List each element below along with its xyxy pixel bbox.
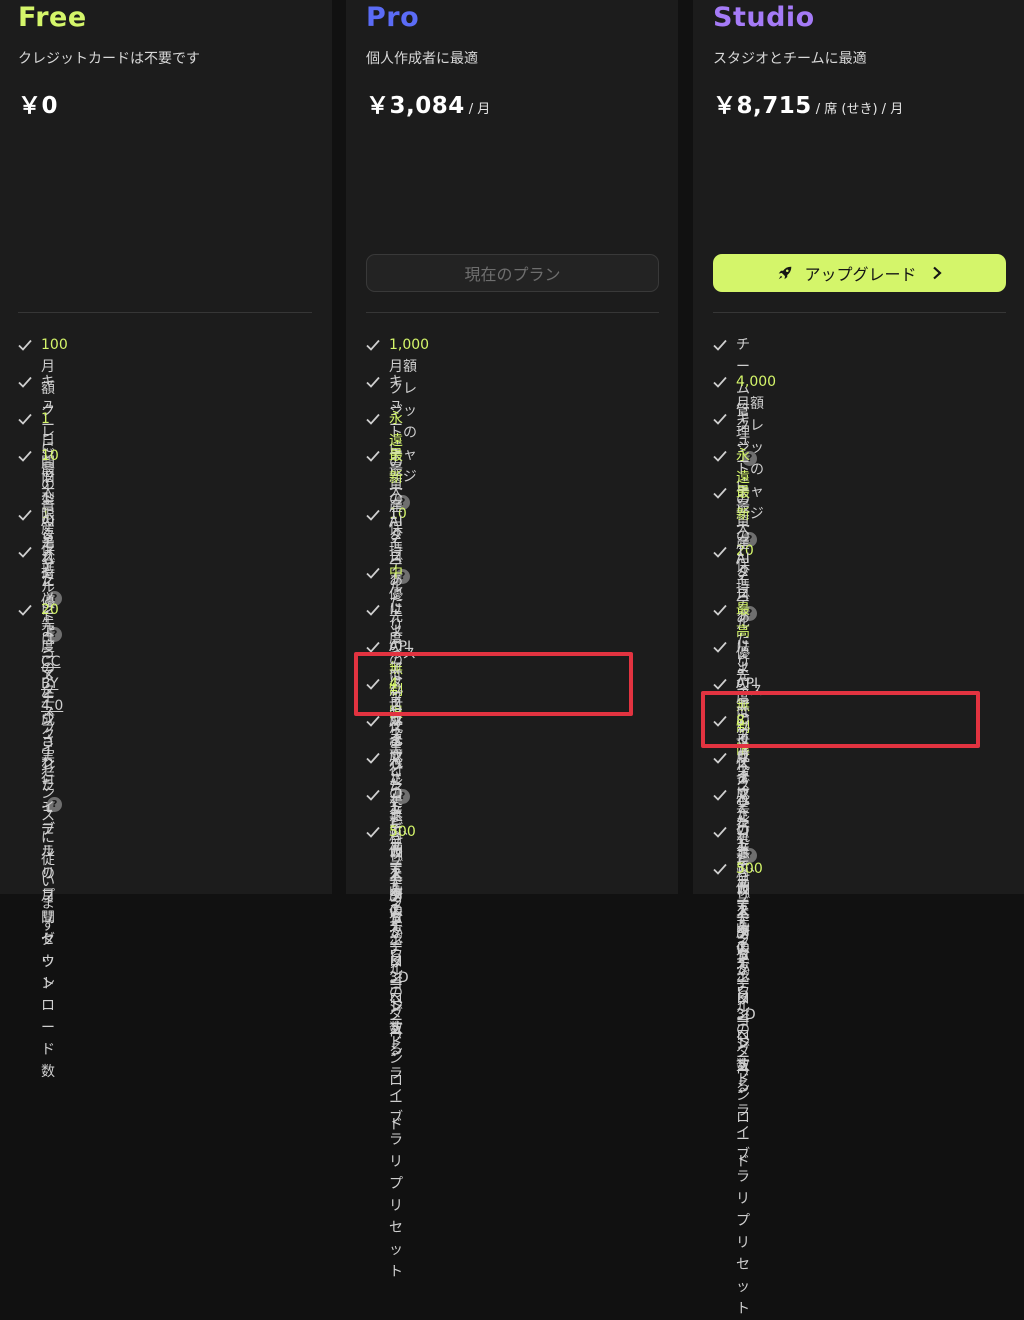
plan-card-pro: Pro 個人作成者に最適 ￥3,084/ 月 現在のプラン 1,000 月額クレ… [346,0,678,1280]
divider [713,312,1006,313]
check-icon [366,567,380,579]
feature-item: 500 以上のアニメーションライブラリプ リセット [366,821,416,1283]
check-icon [18,376,32,388]
check-icon [18,339,32,351]
plan-card-free: Free クレジットカードは不要です ￥0 100 月額クレジットのチャージ? … [0,0,332,1080]
check-icon [713,752,727,764]
chevron-right-icon [932,266,942,280]
check-icon [366,715,380,727]
feature-item: 20 アニメーションライブラリプリセット [18,599,59,995]
check-icon [713,450,727,462]
check-icon [18,546,32,558]
price-unit-studio: / 席 (せき) / 月 [815,102,904,117]
upgrade-button-label: アップグレード [804,265,917,284]
highlight-box-pro-retry [354,652,633,716]
price-value-free: ￥0 [18,93,59,119]
feature-item: 500 以上のアニメーションライブラリプ リセット [713,858,763,1320]
check-icon [713,678,727,690]
feature-text: 500 以上のアニメーションライブラリプ リセット [736,861,763,1317]
divider [366,312,659,313]
divider [18,312,312,313]
check-icon [713,826,727,838]
check-icon [366,752,380,764]
price-pro: ￥3,084/ 月 [366,86,490,120]
check-icon [18,509,32,521]
check-icon [713,487,727,499]
highlight-box-studio-retry [701,691,980,748]
check-icon [713,339,727,351]
check-icon [713,546,727,558]
check-icon [713,604,727,616]
plan-name-studio: Studio [713,2,815,33]
check-icon [18,604,32,616]
check-icon [366,509,380,521]
price-value-studio: ￥8,715 [713,93,812,119]
check-icon [713,789,727,801]
check-icon [713,413,727,425]
price-studio: ￥8,715/ 席 (せき) / 月 [713,86,903,120]
check-icon [18,413,32,425]
check-icon [366,826,380,838]
plan-subtitle-free: クレジットカードは不要です [18,51,200,67]
check-icon [366,376,380,388]
check-icon [713,376,727,388]
plan-subtitle-studio: スタジオとチームに最適 [713,51,867,67]
plan-name-free: Free [18,2,87,33]
check-icon [366,413,380,425]
check-icon [366,604,380,616]
check-icon [366,450,380,462]
price-value-pro: ￥3,084 [366,93,465,119]
price-unit-pro: / 月 [468,102,491,117]
check-icon [713,641,727,653]
upgrade-button[interactable]: アップグレード [713,254,1006,292]
check-icon [366,339,380,351]
check-icon [713,863,727,875]
plan-name-pro: Pro [366,2,420,33]
current-plan-button[interactable]: 現在のプラン [366,254,659,292]
feature-text: 500 以上のアニメーションライブラリプ リセット [389,824,416,1280]
rocket-icon [779,266,792,280]
price-free: ￥0 [18,86,58,120]
plan-card-studio: Studio スタジオとチームに最適 ￥8,715/ 席 (せき) / 月 アッ… [693,0,1024,1317]
feature-text: 20 アニメーションライブラリプリセット [41,602,59,992]
check-icon [18,450,32,462]
check-icon [366,789,380,801]
plan-subtitle-pro: 個人作成者に最適 [366,51,478,67]
